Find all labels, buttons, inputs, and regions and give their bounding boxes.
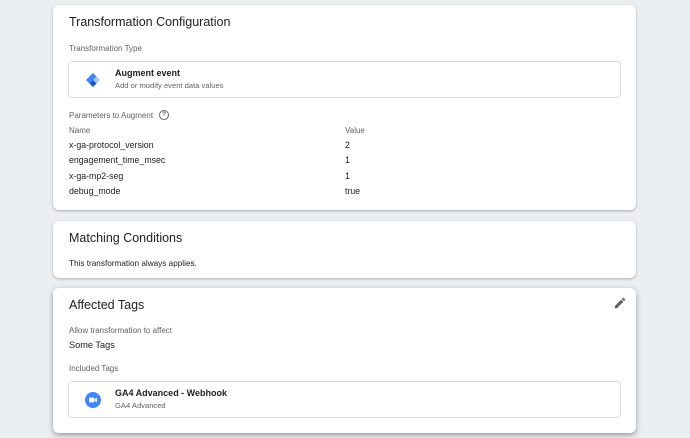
param-name: engagement_time_msec bbox=[69, 155, 166, 165]
help-icon[interactable]: ? bbox=[159, 110, 169, 120]
param-name: debug_mode bbox=[69, 186, 121, 196]
param-name: x-ga-mp2-seg bbox=[69, 171, 124, 181]
param-value: 2 bbox=[345, 140, 350, 150]
transformation-configuration-card: Transformation Configuration Transformat… bbox=[53, 5, 636, 210]
column-header-value: Value bbox=[345, 126, 365, 135]
card-title: Transformation Configuration bbox=[69, 15, 231, 29]
param-name: x-ga-protocol_version bbox=[69, 140, 154, 150]
allow-transformation-label: Allow transformation to affect bbox=[69, 326, 173, 335]
parameters-label: Parameters to Augment bbox=[69, 111, 154, 120]
param-value: 1 bbox=[345, 155, 350, 165]
augment-event-icon bbox=[86, 73, 100, 87]
included-tag-item[interactable]: GA4 Advanced - Webhook GA4 Advanced bbox=[68, 381, 621, 418]
matching-conditions-text: This transformation always applies. bbox=[69, 259, 197, 268]
matching-conditions-card: Matching Conditions This transformation … bbox=[53, 221, 636, 278]
affected-tags-card[interactable]: Affected Tags Allow transformation to af… bbox=[53, 288, 636, 433]
allow-transformation-value: Some Tags bbox=[69, 340, 115, 350]
transformation-type-box[interactable]: Augment event Add or modify event data v… bbox=[68, 61, 621, 98]
transformation-type-name: Augment event bbox=[115, 68, 181, 78]
transformation-type-label: Transformation Type bbox=[69, 44, 142, 53]
transformation-type-description: Add or modify event data values bbox=[115, 81, 224, 90]
tag-type: GA4 Advanced bbox=[115, 401, 166, 410]
included-tags-label: Included Tags bbox=[69, 364, 119, 373]
param-value: true bbox=[345, 186, 361, 196]
card-title: Matching Conditions bbox=[69, 231, 183, 245]
param-value: 1 bbox=[345, 171, 350, 181]
column-header-name: Name bbox=[69, 126, 91, 135]
pencil-icon[interactable] bbox=[613, 296, 627, 310]
tag-icon bbox=[85, 392, 101, 408]
tag-name: GA4 Advanced - Webhook bbox=[115, 388, 228, 398]
card-title: Affected Tags bbox=[69, 298, 145, 312]
